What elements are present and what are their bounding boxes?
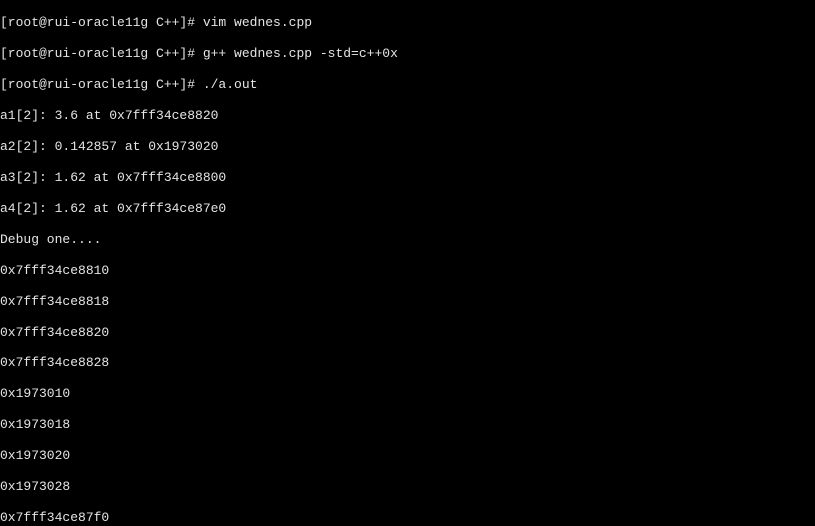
terminal-line: 0x1973020	[0, 448, 815, 463]
terminal-line: 0x7fff34ce87f0	[0, 510, 815, 525]
terminal-line: 0x1973028	[0, 479, 815, 494]
terminal-line: 0x1973018	[0, 417, 815, 432]
terminal-view[interactable]: [root@rui-oracle11g C++]# vim wednes.cpp…	[0, 0, 815, 526]
terminal-line: a4[2]: 1.62 at 0x7fff34ce87e0	[0, 201, 815, 216]
terminal-line: 0x7fff34ce8828	[0, 355, 815, 370]
terminal-line: [root@rui-oracle11g C++]# g++ wednes.cpp…	[0, 46, 815, 61]
terminal-line: a3[2]: 1.62 at 0x7fff34ce8800	[0, 170, 815, 185]
terminal-line: 0x7fff34ce8810	[0, 263, 815, 278]
terminal-line: 0x7fff34ce8818	[0, 294, 815, 309]
terminal-line: a1[2]: 3.6 at 0x7fff34ce8820	[0, 108, 815, 123]
terminal-line: [root@rui-oracle11g C++]# vim wednes.cpp	[0, 15, 815, 30]
terminal-line: 0x1973010	[0, 386, 815, 401]
terminal-line: Debug one....	[0, 232, 815, 247]
terminal-line: [root@rui-oracle11g C++]# ./a.out	[0, 77, 815, 92]
terminal-line: a2[2]: 0.142857 at 0x1973020	[0, 139, 815, 154]
terminal-line: 0x7fff34ce8820	[0, 325, 815, 340]
